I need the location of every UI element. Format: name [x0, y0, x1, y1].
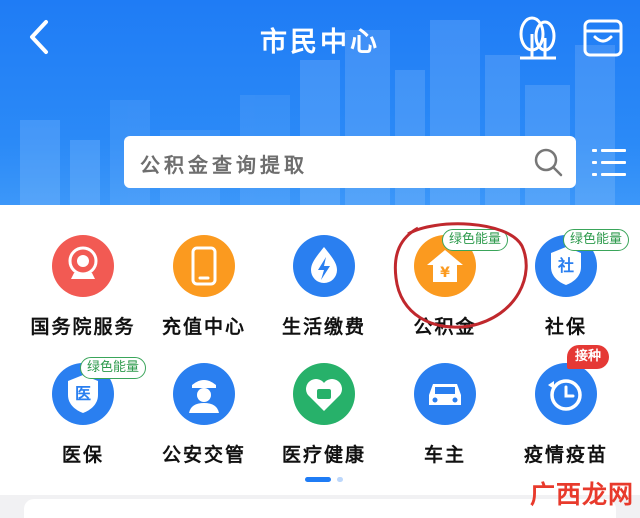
health-heart-icon	[293, 363, 355, 425]
vaccination-badge: 接种	[567, 345, 610, 369]
service-label: 社保	[544, 316, 587, 338]
service-label: 车主	[423, 444, 466, 466]
service-label: 医保	[61, 444, 104, 466]
service-item-medical-insurance[interactable]: 医 绿色能量 医保	[22, 343, 147, 466]
shield-character: 医	[74, 384, 91, 403]
car-icon	[414, 363, 476, 425]
national-emblem-icon	[52, 235, 114, 297]
list-menu-icon[interactable]	[592, 147, 626, 179]
tree-icon[interactable]	[512, 12, 562, 62]
green-energy-badge: 绿色能量	[80, 357, 147, 379]
service-label: 充值中心	[161, 316, 246, 338]
watermark-text: 广西龙网	[530, 480, 635, 509]
service-label: 公积金	[413, 316, 477, 338]
service-item-car-owner[interactable]: 车主	[384, 343, 504, 466]
header: 市民中心 公积金查询提取	[0, 0, 640, 205]
service-item-health[interactable]: 医疗健康	[263, 343, 383, 466]
page-indicator	[300, 476, 360, 484]
phone-icon	[173, 235, 235, 297]
wallet-icon[interactable]	[581, 17, 625, 59]
watermark: 广西龙网	[508, 473, 638, 509]
search-input[interactable]: 公积金查询提取	[124, 136, 576, 188]
service-item-housing-fund[interactable]: ¥ 绿色能量 公积金	[384, 215, 509, 338]
service-label: 生活缴费	[281, 316, 366, 338]
service-label: 国务院服务	[30, 316, 136, 338]
search-placeholder: 公积金查询提取	[140, 153, 308, 177]
service-label: 疫情疫苗	[523, 444, 608, 466]
service-label: 医疗健康	[281, 444, 366, 466]
police-icon	[173, 363, 235, 425]
green-energy-badge: 绿色能量	[442, 229, 509, 251]
service-item-vaccine[interactable]: 接种 疫情疫苗	[505, 343, 625, 466]
service-item-utilities[interactable]: 生活缴费	[263, 215, 383, 338]
green-energy-badge: 绿色能量	[563, 229, 630, 251]
shield-character: 社	[557, 256, 574, 275]
service-item-social-security[interactable]: 社 绿色能量 社保	[505, 215, 630, 338]
lightning-icon	[293, 235, 355, 297]
clock-refresh-icon	[535, 363, 597, 425]
search-icon[interactable]	[532, 146, 564, 178]
page-dot-active[interactable]	[305, 477, 331, 482]
service-label: 公安交管	[161, 444, 246, 466]
service-item-recharge[interactable]: 充值中心	[143, 215, 263, 338]
services-grid: 国务院服务 充值中心 生活缴费 ¥ 绿色能量 公积金 社 绿色能量 社保 医 绿…	[0, 205, 640, 495]
svg-text:¥: ¥	[440, 265, 450, 281]
service-item-police-traffic[interactable]: 公安交管	[143, 343, 263, 466]
page-dot[interactable]	[337, 477, 343, 482]
service-item-gov[interactable]: 国务院服务	[22, 215, 142, 338]
